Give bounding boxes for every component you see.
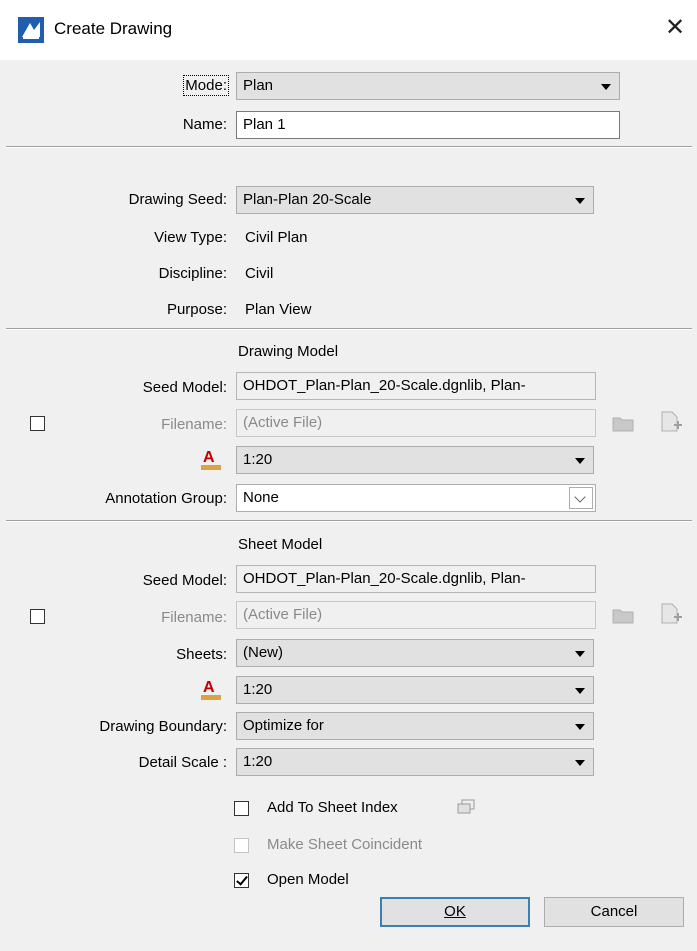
sheets-dropdown[interactable]: (New) — [236, 639, 594, 667]
drawing-filename-label: Filename: — [161, 416, 227, 433]
annotation-scale-icon: A — [200, 677, 222, 705]
folder-icon[interactable] — [612, 606, 634, 628]
name-input[interactable]: Plan 1 — [236, 111, 620, 139]
sheet-scale-value: 1:20 — [243, 681, 273, 698]
add-to-sheet-index-checkbox[interactable] — [234, 801, 249, 816]
sheet-model-heading: Sheet Model — [238, 536, 323, 553]
drawing-model-heading: Drawing Model — [238, 343, 339, 360]
detail-scale-value: 1:20 — [243, 753, 273, 770]
sheet-model-checkbox[interactable] — [30, 609, 45, 624]
drawing-model-checkbox[interactable] — [30, 416, 45, 431]
separator — [6, 520, 692, 522]
drawing-boundary-value: Optimize for — [243, 717, 324, 734]
window-title: Create Drawing — [54, 19, 173, 38]
add-to-sheet-index-label: Add To Sheet Index — [267, 799, 398, 816]
separator — [6, 146, 692, 148]
view-type-label: View Type: — [154, 229, 227, 246]
mode-label: Mode: — [183, 75, 229, 96]
purpose-value: Plan View — [245, 301, 312, 318]
name-label: Name: — [182, 116, 227, 133]
new-file-icon[interactable] — [660, 411, 682, 437]
sheet-index-icon[interactable] — [456, 799, 476, 821]
annotation-group-dropdown[interactable]: None — [236, 484, 596, 512]
chevron-down-icon — [575, 458, 585, 464]
purpose-label: Purpose: — [166, 301, 227, 318]
chevron-down-icon — [575, 724, 585, 730]
drawing-boundary-label: Drawing Boundary: — [99, 718, 227, 735]
open-model-checkbox[interactable] — [234, 873, 249, 888]
sheet-filename-field[interactable]: (Active File) — [236, 601, 596, 629]
separator — [6, 328, 692, 330]
detail-scale-dropdown[interactable]: 1:20 — [236, 748, 594, 776]
sheet-scale-dropdown[interactable]: 1:20 — [236, 676, 594, 704]
drawing-seed-model-field[interactable]: OHDOT_Plan-Plan_20-Scale.dgnlib, Plan- — [236, 372, 596, 400]
sheets-value: (New) — [243, 644, 283, 661]
close-icon[interactable]: ✕ — [665, 14, 685, 42]
folder-icon[interactable] — [612, 414, 634, 436]
svg-text:A: A — [203, 449, 215, 466]
sheets-label: Sheets: — [176, 646, 227, 663]
drawing-icon — [18, 17, 44, 43]
make-sheet-coincident-checkbox[interactable] — [234, 838, 249, 853]
drawing-filename-field[interactable]: (Active File) — [236, 409, 596, 437]
mode-value: Plan — [243, 77, 274, 94]
sheet-seed-model-field[interactable]: OHDOT_Plan-Plan_20-Scale.dgnlib, Plan- — [236, 565, 596, 593]
mode-dropdown[interactable]: Plan — [236, 72, 620, 100]
sheet-seed-model-label: Seed Model: — [142, 572, 227, 589]
chevron-down-icon — [575, 760, 585, 766]
cancel-button[interactable]: Cancel — [544, 897, 684, 927]
drawing-scale-value: 1:20 — [243, 451, 273, 468]
annotation-group-label: Annotation Group: — [105, 490, 227, 507]
cancel-button-label: Cancel — [590, 903, 638, 920]
discipline-value: Civil — [245, 265, 274, 282]
svg-text:A: A — [203, 679, 215, 696]
chevron-down-icon — [575, 688, 585, 694]
drawing-seed-dropdown[interactable]: Plan-Plan 20-Scale — [236, 186, 594, 214]
view-type-value: Civil Plan — [245, 229, 308, 246]
detail-scale-label: Detail Scale : — [138, 754, 227, 771]
discipline-label: Discipline: — [158, 265, 227, 282]
checkmark-icon — [236, 873, 248, 886]
annotation-group-value: None — [243, 489, 279, 506]
chevron-down-icon — [575, 198, 585, 204]
make-sheet-coincident-label: Make Sheet Coincident — [267, 836, 423, 853]
drawing-scale-dropdown[interactable]: 1:20 — [236, 446, 594, 474]
open-model-label: Open Model — [267, 871, 349, 888]
drawing-seed-model-label: Seed Model: — [142, 379, 227, 396]
annotation-scale-icon: A — [200, 447, 222, 475]
chevron-down-icon[interactable] — [569, 487, 593, 509]
drawing-seed-value: Plan-Plan 20-Scale — [243, 191, 372, 208]
chevron-down-icon — [575, 651, 585, 657]
ok-button-label: OK — [444, 903, 466, 920]
chevron-down-icon — [601, 84, 611, 90]
drawing-boundary-dropdown[interactable]: Optimize for — [236, 712, 594, 740]
drawing-seed-label: Drawing Seed: — [128, 191, 227, 208]
new-file-icon[interactable] — [660, 603, 682, 629]
ok-button[interactable]: OK — [380, 897, 530, 927]
sheet-filename-label: Filename: — [161, 609, 227, 626]
